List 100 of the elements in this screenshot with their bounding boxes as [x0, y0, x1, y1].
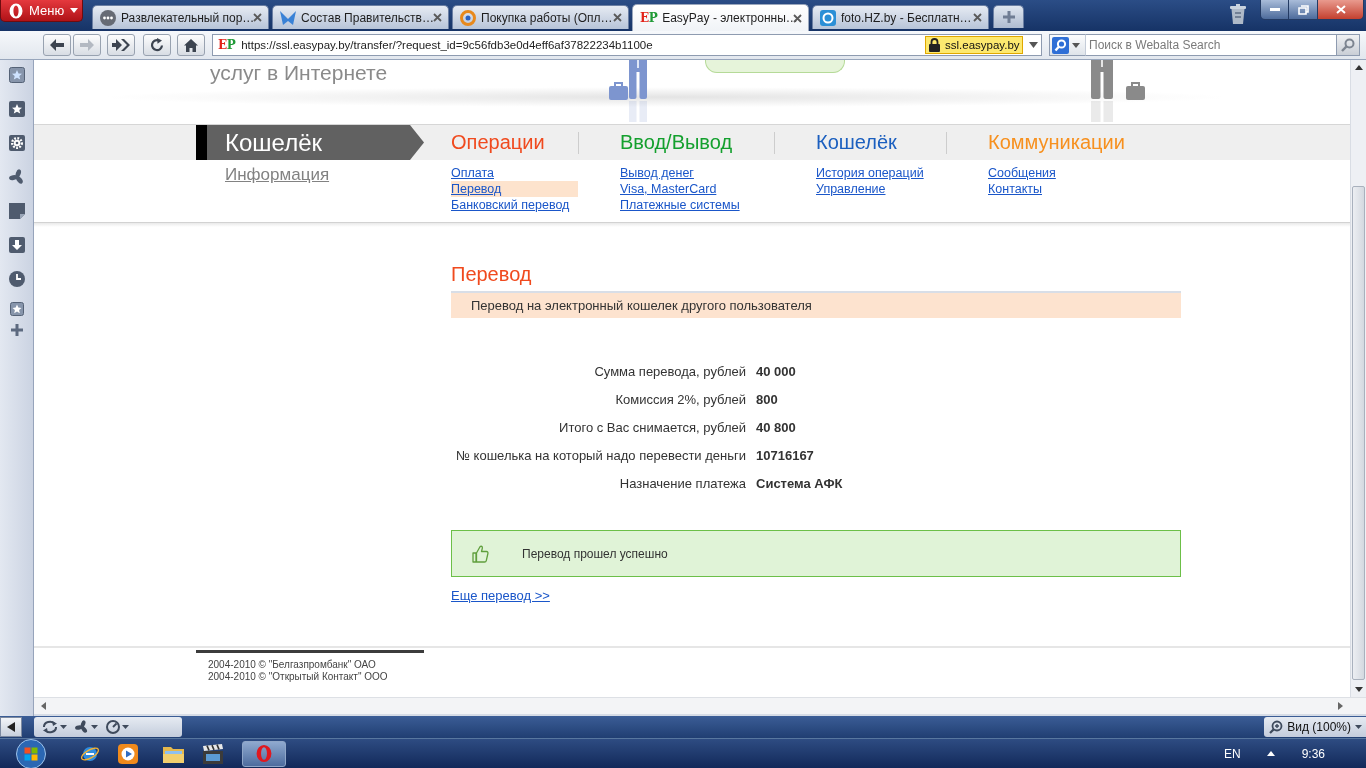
gauge-menu-button[interactable] — [106, 720, 129, 734]
search-icon — [1052, 36, 1069, 54]
detail-value: 800 — [756, 391, 779, 407]
clock-icon[interactable] — [8, 271, 25, 287]
chat-bubble-icon — [100, 9, 116, 26]
caret-icon — [70, 8, 79, 13]
propeller-menu-button[interactable] — [75, 720, 98, 734]
clock-time[interactable]: 9:36 — [1301, 746, 1325, 761]
menu-link[interactable]: Оплата — [451, 165, 494, 181]
close-icon[interactable] — [433, 13, 442, 22]
start-orb-icon[interactable] — [16, 738, 46, 768]
info-link[interactable]: Информация — [225, 165, 330, 185]
menu-link[interactable]: Сообщения — [988, 165, 1056, 181]
browser-tab[interactable]: Состав Правительств… — [272, 5, 449, 29]
browser-tab[interactable]: Покупка работы (Опл… — [452, 5, 629, 29]
section-tab[interactable]: Кошелёк — [196, 125, 424, 160]
close-button[interactable] — [1318, 0, 1364, 20]
menu-link[interactable]: Visa, MasterCard — [620, 181, 717, 197]
reload-button[interactable] — [143, 34, 171, 56]
menu-link[interactable]: Платежные системы — [620, 197, 740, 213]
menu-link[interactable]: Банковский перевод — [451, 197, 570, 213]
search-engine-button[interactable] — [1049, 34, 1085, 56]
browser-tab[interactable]: EP EasyPay - электронны… — [632, 4, 809, 31]
caret-icon[interactable] — [1029, 42, 1038, 48]
thumbs-up-icon — [472, 544, 489, 563]
arrow-right-icon — [80, 39, 94, 51]
scrollbar-thumb[interactable] — [1352, 186, 1365, 680]
caret-up-icon[interactable] — [1266, 751, 1275, 756]
slogan: услуг в Интернете — [210, 61, 388, 85]
sync-icon — [42, 720, 58, 734]
caret-icon — [1072, 42, 1080, 48]
close-icon[interactable] — [613, 13, 622, 22]
more-link[interactable]: Еще перевод >> — [451, 588, 550, 603]
language-indicator[interactable]: EN — [1223, 746, 1241, 761]
gauge-icon — [106, 720, 120, 734]
menu-link[interactable]: История операций — [816, 165, 924, 181]
menu-heading[interactable]: Кошелёк — [816, 131, 897, 154]
menu-link[interactable]: Контакты — [988, 181, 1042, 197]
trash-icon[interactable] — [1230, 4, 1246, 24]
minimize-button[interactable] — [1260, 0, 1289, 20]
double-arrow-icon — [112, 39, 130, 51]
success-message: Перевод прошел успешно — [522, 546, 668, 561]
arrow-left-icon — [50, 39, 64, 51]
propeller-icon[interactable] — [8, 169, 25, 185]
copyright-text: 2004-2010 © "Открытый Контакт" ООО — [208, 671, 388, 683]
person-figure-drawing — [628, 60, 648, 122]
zoom-button[interactable]: Вид (100%) — [1264, 717, 1366, 737]
settings-icon[interactable] — [8, 135, 25, 151]
back-button[interactable] — [43, 34, 71, 56]
bookmark-star-icon[interactable] — [8, 67, 25, 83]
detail-value: 40 800 — [756, 419, 797, 435]
emblem-icon — [280, 9, 296, 26]
star-icon[interactable] — [8, 101, 25, 117]
browser-tab[interactable]: Развлекательный пор… — [92, 5, 269, 29]
caret-icon — [122, 725, 129, 729]
folder-icon[interactable] — [163, 744, 184, 763]
menu-link[interactable]: Перевод — [451, 181, 578, 197]
reload-icon — [150, 38, 164, 52]
add-icon[interactable] — [10, 324, 23, 336]
new-tab-button[interactable] — [993, 5, 1024, 28]
home-button[interactable] — [177, 34, 205, 56]
browser-tab[interactable]: foto.HZ.by - Бесплатн… — [812, 5, 989, 29]
app-tile-icon — [820, 9, 836, 26]
restore-icon — [1297, 4, 1309, 15]
scrollbar[interactable] — [34, 697, 1366, 714]
close-icon[interactable] — [973, 13, 982, 22]
arrow-left-icon — [7, 722, 15, 732]
detail-value: Система АФК — [756, 475, 843, 491]
close-icon[interactable] — [253, 13, 262, 22]
restore-button[interactable] — [1289, 0, 1318, 20]
detail-label: Итого с Вас снимается, рублей — [559, 419, 746, 435]
search-field[interactable]: Поиск в Webalta Search — [1085, 34, 1336, 56]
detail-label: Сумма перевода, рублей — [594, 363, 746, 379]
ring-logo-icon — [256, 744, 272, 763]
detail-label: № кошелька на который надо перевести деньги — [456, 447, 746, 463]
fast-forward-button[interactable] — [107, 34, 135, 56]
site-logo: EP — [640, 11, 658, 25]
lock-icon — [929, 38, 940, 52]
clapperboard-icon[interactable] — [203, 743, 223, 764]
security-badge[interactable]: ssl.easypay.by — [925, 36, 1023, 54]
taskbar-button[interactable] — [242, 740, 286, 767]
panel-toggle-button[interactable] — [0, 717, 22, 737]
ring-logo-icon — [9, 2, 23, 19]
sync-button[interactable] — [42, 720, 67, 734]
address-field[interactable]: EP https://ssl.easypay.by/transfer/?request_id=9c56fdb3e0d4eff6af37822234b1100e ssl.easypay.by — [212, 34, 1042, 56]
menu-button[interactable]: Меню — [0, 0, 83, 22]
propeller-icon — [75, 720, 89, 734]
briefcase-icon — [609, 82, 628, 100]
scrollbar[interactable] — [1350, 60, 1366, 697]
menu-link[interactable]: Управление — [816, 181, 886, 197]
download-icon[interactable] — [8, 237, 25, 253]
detail-label: Назначение платежа — [619, 475, 746, 491]
play-icon[interactable] — [118, 743, 138, 764]
caret-icon — [91, 725, 98, 729]
note-icon[interactable] — [8, 203, 25, 219]
close-icon — [1335, 5, 1346, 14]
menu-link[interactable]: Вывод денег — [620, 165, 694, 181]
caret-icon — [60, 725, 67, 729]
site-logo: EP — [218, 38, 236, 52]
star-icon[interactable] — [9, 302, 24, 316]
